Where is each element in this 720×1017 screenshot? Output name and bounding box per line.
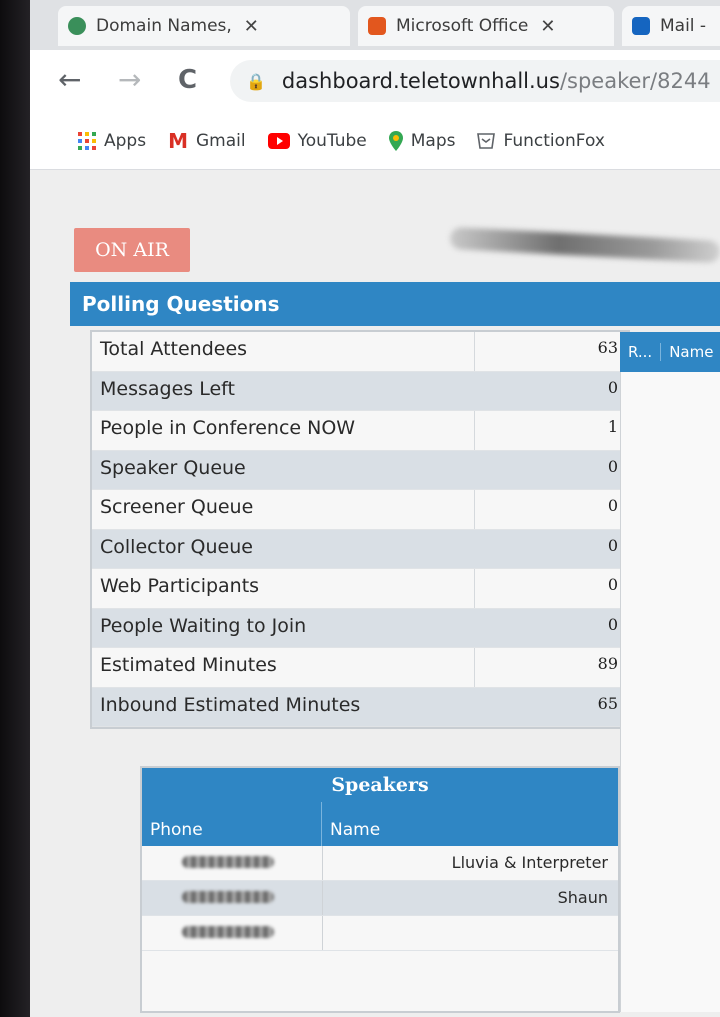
address-bar[interactable]: 🔒 dashboard.teletownhall.us/speaker/8244 [230, 60, 720, 102]
speakers-header-row: Phone Name [142, 802, 618, 846]
bookmark-maps[interactable]: Maps [388, 130, 456, 151]
tab-label: Domain Names, [96, 16, 232, 36]
stat-value: 0 [607, 456, 618, 476]
stat-value: 89 [597, 654, 618, 673]
office-icon [368, 17, 386, 35]
table-row[interactable]: Shaun [142, 881, 618, 916]
column-header-name[interactable]: Name [322, 802, 380, 846]
bookmark-apps[interactable]: Apps [78, 131, 146, 151]
speaker-name: Lluvia & Interpreter [451, 853, 608, 872]
bookmark-youtube[interactable]: YouTube [267, 130, 367, 151]
stat-value: 63 [597, 338, 618, 357]
redacted-host-name [449, 226, 720, 264]
redacted-phone [142, 881, 323, 915]
column-header-r[interactable]: R... [620, 343, 662, 361]
speakers-empty-space [142, 951, 618, 1011]
tab-label: Microsoft Office [396, 16, 529, 36]
stat-value: 0 [607, 535, 618, 555]
redacted-phone [142, 846, 323, 880]
stat-row: Total Attendees 63 [92, 332, 628, 372]
tab-microsoft-office[interactable]: Microsoft Office ✕ [358, 6, 614, 46]
outlook-icon [632, 17, 650, 35]
functionfox-icon [477, 132, 496, 150]
bookmark-label: Gmail [195, 130, 246, 151]
stat-row: Estimated Minutes 89 [92, 648, 628, 688]
dashboard-page: ON AIR Polling Questions Total Attendees… [30, 170, 720, 1017]
stat-label: Total Attendees [100, 338, 248, 360]
stat-label: Estimated Minutes [100, 654, 277, 676]
column-header-name[interactable]: Name [661, 343, 720, 361]
stat-label: Collector Queue [100, 535, 253, 558]
reload-icon[interactable]: C [178, 62, 197, 98]
stat-row: Web Participants 0 [92, 569, 628, 609]
stat-value: 0 [607, 575, 618, 594]
side-table-header: R... Name [620, 332, 720, 372]
on-air-badge: ON AIR [74, 228, 190, 272]
stat-label: People Waiting to Join [100, 614, 307, 637]
tab-strip: Domain Names, ✕ Microsoft Office ✕ Mail … [30, 0, 720, 50]
stat-row: Messages Left 0 [92, 371, 628, 411]
bookmark-label: Apps [104, 130, 147, 151]
polling-questions-header[interactable]: Polling Questions [70, 282, 720, 326]
speakers-table: Speakers Phone Name Lluvia & Interpreter… [140, 766, 620, 1013]
table-row[interactable] [142, 916, 618, 951]
stat-value: 0 [607, 614, 618, 634]
stats-table: Total Attendees 63 Messages Left 0 Peopl… [90, 330, 630, 729]
table-row[interactable]: Lluvia & Interpreter [142, 846, 618, 881]
stat-row: Inbound Estimated Minutes 65 [92, 687, 628, 727]
speaker-name: Shaun [557, 888, 608, 907]
tab-domain-names[interactable]: Domain Names, ✕ [58, 6, 350, 46]
bookmark-functionfox[interactable]: FunctionFox [477, 130, 605, 151]
close-tab-icon[interactable]: ✕ [244, 16, 259, 37]
stat-value: 0 [607, 496, 618, 515]
bookmarks-bar: Apps M Gmail YouTube Maps FunctionFox [30, 112, 720, 170]
browser-window: Domain Names, ✕ Microsoft Office ✕ Mail … [30, 0, 720, 1017]
back-arrow-icon[interactable]: ← [58, 62, 81, 98]
url-host: dashboard.teletownhall.us [281, 69, 560, 93]
close-tab-icon[interactable]: ✕ [540, 16, 555, 37]
stat-label: Inbound Estimated Minutes [100, 693, 361, 716]
stat-value: 1 [607, 417, 618, 436]
lock-icon: 🔒 [246, 71, 266, 91]
stat-row: People in Conference NOW 1 [92, 411, 628, 451]
browser-toolbar: ← → C 🔒 dashboard.teletownhall.us/speake… [30, 50, 720, 112]
gmail-icon: M [168, 128, 188, 153]
column-header-phone[interactable]: Phone [142, 802, 322, 846]
bookmark-gmail[interactable]: M Gmail [168, 129, 246, 153]
redacted-phone [142, 916, 323, 950]
stat-label: Screener Queue [100, 496, 254, 518]
url-path: /speaker/8244 [559, 69, 711, 93]
apps-grid-icon [78, 131, 96, 150]
tab-label: Mail - [660, 16, 707, 36]
bookmark-label: YouTube [297, 130, 367, 151]
stat-row: Collector Queue 0 [92, 529, 628, 569]
stat-label: Messages Left [100, 377, 235, 400]
domain-favicon-icon [68, 17, 86, 35]
bookmark-label: Maps [410, 130, 456, 151]
tab-mail[interactable]: Mail - [622, 6, 720, 46]
maps-pin-icon [388, 130, 403, 151]
forward-arrow-icon[interactable]: → [118, 62, 141, 98]
stat-value: 65 [597, 693, 618, 713]
youtube-icon [267, 132, 290, 149]
stat-label: People in Conference NOW [100, 417, 356, 439]
side-table-body [620, 372, 720, 1012]
speaker-name [323, 916, 618, 950]
stat-row: Speaker Queue 0 [92, 450, 628, 490]
stat-value: 0 [607, 377, 618, 397]
stat-row: People Waiting to Join 0 [92, 608, 628, 648]
stat-row: Screener Queue 0 [92, 490, 628, 530]
speakers-title: Speakers [142, 768, 618, 802]
bookmark-label: FunctionFox [503, 130, 605, 151]
stat-label: Speaker Queue [100, 456, 246, 479]
stat-label: Web Participants [100, 575, 260, 597]
